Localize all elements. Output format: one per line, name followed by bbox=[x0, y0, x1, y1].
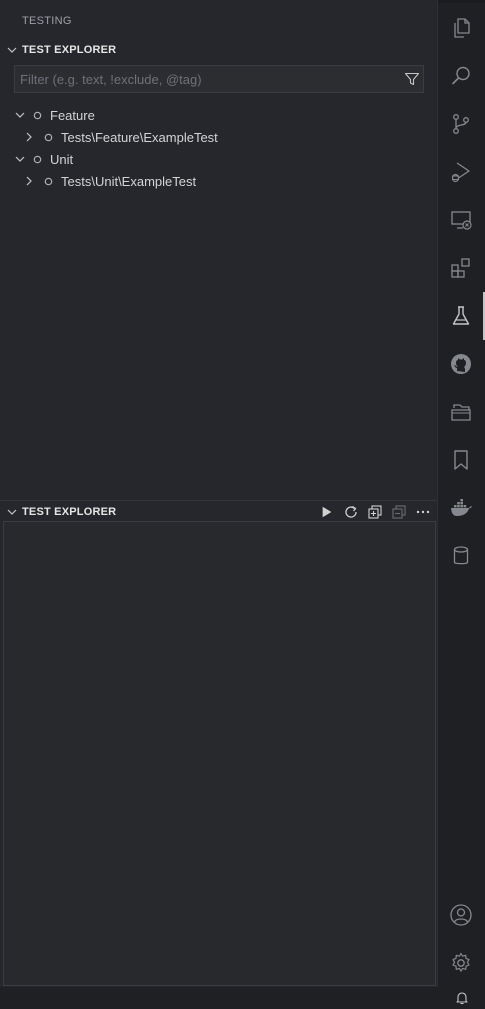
tree-item-feature[interactable]: Feature bbox=[0, 104, 451, 126]
tree-item-feature-exampletest[interactable]: Tests\Feature\ExampleTest bbox=[0, 126, 460, 148]
test-results-section-header[interactable]: TEST EXPLORER bbox=[0, 500, 437, 522]
tree-item-label: Unit bbox=[50, 151, 74, 167]
tree-item-label: Tests\Unit\ExampleTest bbox=[61, 173, 197, 189]
database-icon[interactable] bbox=[437, 532, 485, 580]
test-results-pane[interactable] bbox=[3, 521, 436, 986]
extensions-icon[interactable] bbox=[437, 244, 485, 292]
docker-icon[interactable] bbox=[437, 484, 485, 532]
search-icon[interactable] bbox=[437, 52, 485, 100]
section-actions bbox=[319, 501, 431, 523]
explorer-icon[interactable] bbox=[437, 4, 485, 52]
filter-input[interactable] bbox=[15, 66, 399, 92]
tree-item-label: Tests\Feature\ExampleTest bbox=[61, 129, 218, 145]
chevron-down-icon bbox=[7, 509, 17, 515]
collapse-all-icon[interactable] bbox=[391, 504, 407, 520]
chevron-down-icon bbox=[15, 156, 25, 162]
test-status-icon bbox=[44, 177, 53, 185]
filter-icon[interactable] bbox=[404, 71, 420, 87]
activity-bar bbox=[437, 0, 485, 1009]
test-status-icon bbox=[33, 111, 42, 119]
section-title: TEST EXPLORER bbox=[22, 505, 117, 518]
manage-icon[interactable] bbox=[437, 939, 485, 987]
bell-icon[interactable] bbox=[455, 991, 469, 1005]
run-all-icon[interactable] bbox=[319, 504, 335, 520]
test-status-icon bbox=[33, 155, 42, 163]
tree-item-label: Feature bbox=[50, 107, 95, 123]
tree-item-unit[interactable]: Unit bbox=[0, 148, 451, 170]
status-bar bbox=[0, 987, 485, 1009]
github-icon[interactable] bbox=[437, 340, 485, 388]
run-debug-icon[interactable] bbox=[437, 148, 485, 196]
more-actions-icon[interactable] bbox=[415, 504, 431, 520]
chevron-right-icon bbox=[26, 176, 32, 186]
tree-item-unit-exampletest[interactable]: Tests\Unit\ExampleTest bbox=[0, 170, 460, 192]
accounts-icon[interactable] bbox=[437, 891, 485, 939]
expand-all-icon[interactable] bbox=[367, 504, 383, 520]
remote-explorer-icon[interactable] bbox=[437, 196, 485, 244]
section-title: TEST EXPLORER bbox=[22, 44, 117, 56]
refresh-icon[interactable] bbox=[343, 504, 359, 520]
test-status-icon bbox=[44, 133, 53, 141]
filter-box bbox=[14, 65, 424, 93]
test-explorer-section-header[interactable]: TEST EXPLORER bbox=[0, 39, 437, 61]
chevron-down-icon bbox=[7, 47, 17, 53]
testing-icon[interactable] bbox=[437, 292, 485, 340]
panel-title: TESTING bbox=[22, 15, 72, 27]
chevron-right-icon bbox=[26, 132, 32, 142]
chevron-down-icon bbox=[15, 112, 25, 118]
bookmarks-icon[interactable] bbox=[437, 436, 485, 484]
source-control-icon[interactable] bbox=[437, 100, 485, 148]
testing-side-panel: TESTING TEST EXPLORER Feature Tests\Feat… bbox=[0, 0, 438, 987]
project-manager-icon[interactable] bbox=[437, 388, 485, 436]
